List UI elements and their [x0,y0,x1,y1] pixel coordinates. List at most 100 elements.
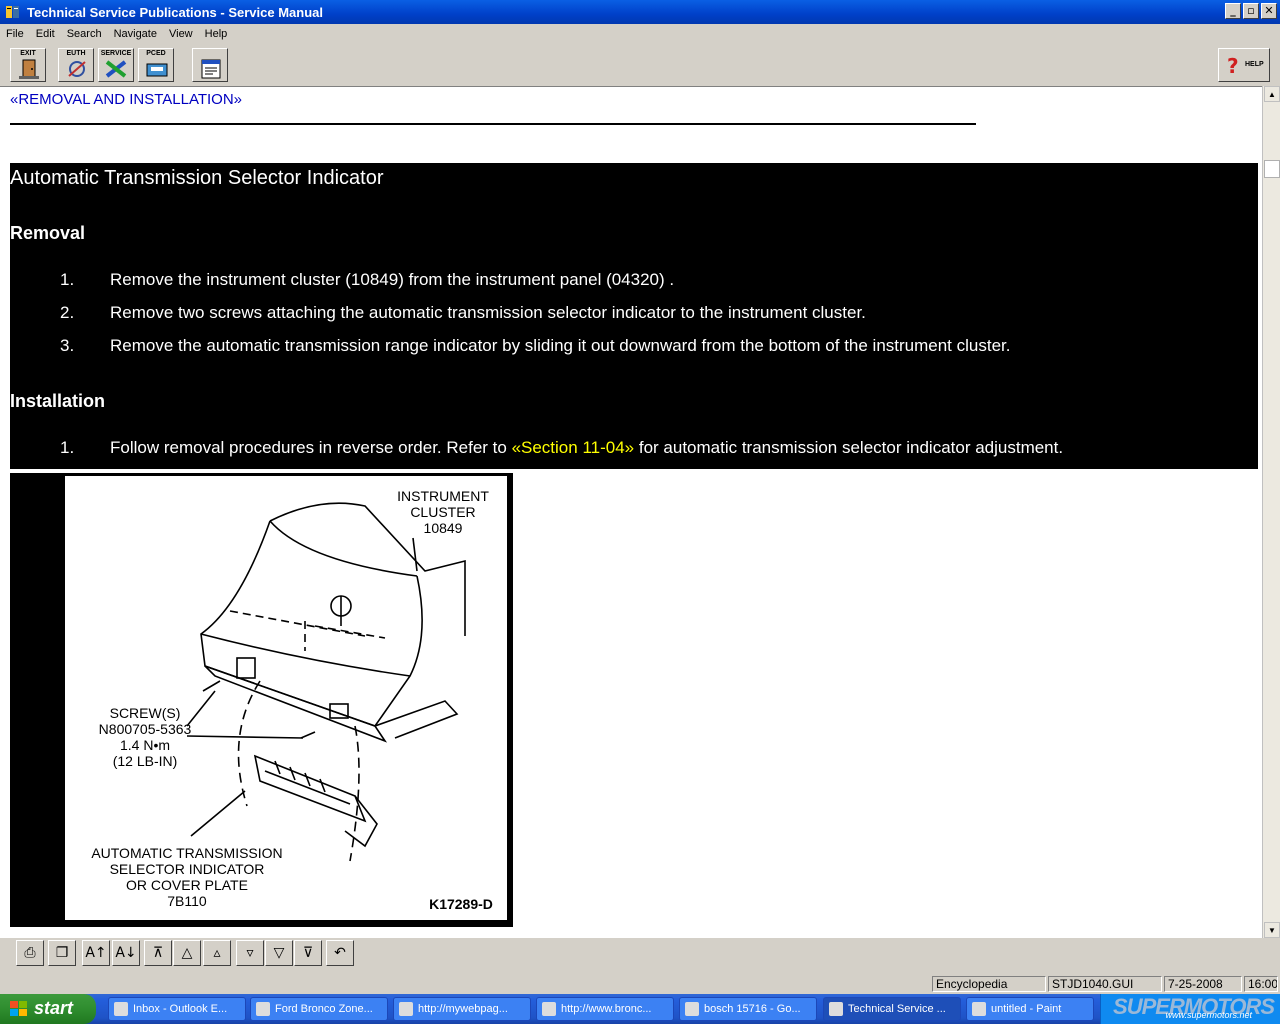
scroll-down-arrow-icon[interactable]: ▼ [1264,922,1280,938]
window-title-bar[interactable]: Technical Service Publications - Service… [0,0,1280,24]
browser-icon [399,1002,413,1016]
taskbar-button[interactable]: Inbox - Outlook E... [108,997,246,1021]
exit-label: EXIT [20,50,36,57]
system-tray: SUPERMOTORS www.supermotors.net [1100,994,1280,1024]
menu-navigate[interactable]: Navigate [108,28,163,40]
notepad-icon [201,59,221,79]
step-text: Remove the instrument cluster (10849) fr… [110,270,675,289]
divider [10,123,976,125]
previous-page-icon[interactable]: ▵ [203,940,231,966]
installation-heading: Installation [10,391,106,411]
window-title: Technical Service Publications - Service… [27,4,323,20]
paint-icon [972,1002,986,1016]
menu-file[interactable]: File [0,28,30,40]
pced-button[interactable]: PCED [138,48,174,82]
print-icon[interactable]: ⎙ [16,940,44,966]
screws-label-line: SCREW(S) [109,705,181,721]
task-label: untitled - Paint [991,1003,1062,1015]
next-section-icon[interactable]: ▽ [265,940,293,966]
task-label: http://www.bronc... [561,1003,652,1015]
indicator-label-line: OR COVER PLATE [126,877,248,893]
taskbar: start Inbox - Outlook E... Ford Bronco Z… [0,994,1280,1024]
taskbar-button[interactable]: http://mywebpag... [393,997,531,1021]
step-number: 1. [60,270,75,289]
step-number: 2. [60,303,75,322]
browser-icon [685,1002,699,1016]
service-button[interactable]: SERVICE [98,48,134,82]
screws-label-line: 1.4 N•m [119,737,171,753]
exit-door-icon [19,59,39,79]
last-page-icon[interactable]: ⊽ [294,940,322,966]
pced-label: PCED [146,50,166,57]
status-document: STJD1040.GUI [1048,976,1162,992]
start-button[interactable]: start [0,994,96,1024]
scroll-thumb[interactable] [1264,160,1280,178]
restore-button[interactable]: ▫ [1243,3,1259,19]
close-button[interactable]: ✕ [1261,3,1277,19]
euth-icon [68,61,86,77]
indicator-label-line: 7B110 [167,893,207,909]
toolbar: EXIT EUTH SERVICE PCED ? HELP [0,44,1280,86]
font-larger-icon[interactable]: A↑ [82,940,110,966]
euth-button[interactable]: EUTH [58,48,94,82]
screws-label-line: (12 LB-IN) [112,753,178,769]
help-button[interactable]: ? HELP [1218,48,1270,82]
indicator-label: AUTOMATIC TRANSMISSION SELECTOR INDICATO… [73,845,301,909]
browser-icon [542,1002,556,1016]
menu-view[interactable]: View [163,28,199,40]
copy-icon[interactable]: ❐ [48,940,76,966]
cluster-label: INSTRUMENT CLUSTER 10849 [383,488,503,536]
windows-logo-icon [10,1001,27,1016]
task-label: bosch 15716 - Go... [704,1003,801,1015]
taskbar-button[interactable]: untitled - Paint [966,997,1094,1021]
help-label: HELP [1245,61,1264,68]
svg-text:?: ? [1227,55,1239,77]
menu-help[interactable]: Help [199,28,234,40]
taskbar-button[interactable]: http://www.bronc... [536,997,674,1021]
scroll-up-arrow-icon[interactable]: ▲ [1264,86,1280,102]
start-label: start [34,998,74,1018]
status-mode: Encyclopedia [932,976,1046,992]
screws-label-line: N800705-5363 [98,721,192,737]
taskbar-button-active[interactable]: Technical Service ... [823,997,961,1021]
watermark-url: www.supermotors.net [1165,1010,1252,1020]
step-text: Remove two screws attaching the automati… [110,303,866,322]
menu-bar: File Edit Search Navigate View Help [0,24,1280,44]
app-icon [6,6,19,18]
menu-edit[interactable]: Edit [30,28,61,40]
illustration: INSTRUMENT CLUSTER 10849 SCREW(S) N80070… [64,475,508,921]
step-number: 1. [60,438,75,457]
next-page-icon[interactable]: ▿ [236,940,264,966]
wrench-icon [105,60,127,78]
minimize-button[interactable]: _ [1225,3,1241,19]
page-title: Automatic Transmission Selector Indicato… [10,167,384,189]
removal-installation-link[interactable]: «REMOVAL AND INSTALLATION» [10,91,242,108]
step-text: Follow removal procedures in reverse ord… [110,438,1063,458]
taskbar-button[interactable]: bosch 15716 - Go... [679,997,817,1021]
exit-button[interactable]: EXIT [10,48,46,82]
status-bar: Encyclopedia STJD1040.GUI 7-25-2008 16:0… [0,974,1280,994]
status-date: 7-25-2008 [1164,976,1242,992]
first-page-icon[interactable]: ⊼ [144,940,172,966]
font-smaller-icon[interactable]: A↓ [112,940,140,966]
procedure-section: Automatic Transmission Selector Indicato… [10,163,1258,469]
illustration-frame: INSTRUMENT CLUSTER 10849 SCREW(S) N80070… [10,473,513,927]
step-number: 3. [60,336,75,355]
back-icon[interactable]: ↶ [326,940,354,966]
indicator-label-line: AUTOMATIC TRANSMISSION [91,845,283,861]
taskbar-button[interactable]: Ford Bronco Zone... [250,997,388,1021]
task-label: Ford Bronco Zone... [275,1003,373,1015]
step-text-before: Follow removal procedures in reverse ord… [110,438,512,457]
menu-search[interactable]: Search [61,28,108,40]
step-text: Remove the automatic transmission range … [110,336,1011,355]
browser-icon [256,1002,270,1016]
notes-button[interactable] [192,48,228,82]
navigation-toolbar: ⎙ ❐ A↑ A↓ ⊼ △ ▵ ▿ ▽ ⊽ ↶ [0,938,1280,974]
removal-heading: Removal [10,223,86,243]
document-view[interactable]: «REMOVAL AND INSTALLATION» Automatic Tra… [0,86,1280,938]
vertical-scrollbar[interactable]: ▲ ▼ [1262,86,1280,938]
task-label: Technical Service ... [848,1003,946,1015]
section-link[interactable]: «Section 11-04» [512,438,635,457]
indicator-label-line: SELECTOR INDICATOR [109,861,265,877]
previous-section-icon[interactable]: △ [173,940,201,966]
